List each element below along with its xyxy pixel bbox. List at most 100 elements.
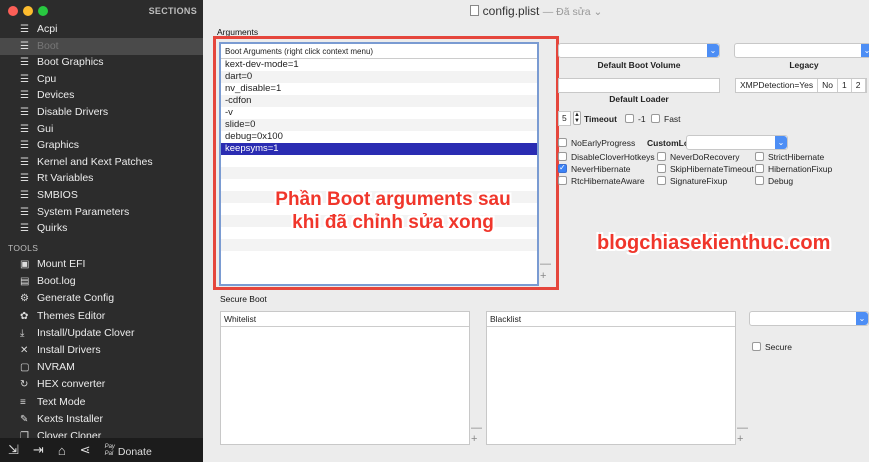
xmp-1-option[interactable]: 1 [838,79,852,92]
add-argument-button[interactable]: + [540,271,546,282]
sidebar-item-devices[interactable]: ☰ Devices [0,87,203,104]
tool-item-kexts-installer[interactable]: ✎ Kexts Installer [0,411,203,428]
sidebar-item-rt-variables[interactable]: ☰ Rt Variables [0,170,203,187]
sidebar-item-acpi[interactable]: ☰ Acpi [0,21,203,38]
customlogo-select[interactable]: ⌄ [686,135,788,150]
sidebar-item-smbios[interactable]: ☰ SMBIOS [0,187,203,204]
timeout-label: Timeout [584,114,617,124]
close-window-button[interactable] [8,6,18,16]
chevron-down-icon: ⌄ [775,136,787,149]
sidebar: SECTIONS ☰ Acpi ☰ Boot ☰ Boot Graphics ☰ Cpu ☰ De… [0,0,203,462]
default-loader-label: Default Loader [609,94,669,104]
boot-arguments-list[interactable]: Boot Arguments (right click context menu… [219,42,539,286]
minimize-window-button[interactable] [23,6,33,16]
list-icon: ☰ [20,57,29,69]
default-boot-volume-label: Default Boot Volume [597,60,681,70]
sidebar-item-quirks[interactable]: ☰ Quirks [0,220,203,237]
stricthibernate-checkbox[interactable]: StrictHibernate [755,152,824,162]
empty-row [221,155,537,167]
home-icon[interactable]: ⌂ [58,443,66,458]
tool-item-label: Mount EFI [37,258,86,270]
boot-argument-row[interactable]: -v [221,107,537,119]
boot-arguments-header: Boot Arguments (right click context menu… [221,44,537,59]
boot-argument-row[interactable]: -cdfon [221,95,537,107]
sidebar-item-label: Cpu [37,72,57,85]
boot-argument-row[interactable]: nv_disable=1 [221,83,537,95]
sidebar-item-boot-graphics[interactable]: ☰ Boot Graphics [0,54,203,71]
sidebar-item-gui[interactable]: ☰ Gui [0,121,203,138]
blacklist-list[interactable]: Blacklist [486,311,736,445]
rtchibernateaware-checkbox[interactable]: RtcHibernateAware [558,176,645,186]
timeout-minus1-checkbox[interactable]: -1 [625,114,646,124]
import-icon[interactable]: ⇲ [8,442,19,458]
noearlyprogress-label: NoEarlyProgress [571,138,636,148]
tool-item-install-drivers[interactable]: ✕ Install Drivers [0,342,203,359]
checkbox-icon [558,176,567,185]
boot-argument-row[interactable]: keepsyms=1 [221,143,537,155]
debug-checkbox[interactable]: Debug [755,176,793,186]
whitelist-header: Whitelist [221,312,469,327]
whitelist-list[interactable]: Whitelist [220,311,470,445]
sidebar-item-boot[interactable]: ☰ Boot [0,37,203,55]
fast-checkbox[interactable]: Fast [651,114,681,124]
annotation-text: Phần Boot arguments sau khi đã chỉnh sửa… [243,188,543,234]
checkbox-icon [651,114,660,123]
edited-status[interactable]: — Đã sửa ⌄ [543,6,603,18]
sidebar-item-cpu[interactable]: ☰ Cpu [0,71,203,88]
boot-argument-row[interactable]: debug=0x100 [221,131,537,143]
tool-item-generate-config[interactable]: ⚙ Generate Config [0,290,203,307]
secure-label: Secure [765,342,792,352]
legacy-select[interactable]: ⌄ [734,43,869,58]
window-title: config.plist [482,4,540,18]
noearlyprogress-checkbox[interactable]: NoEarlyProgress [558,138,635,148]
xmp-detection-segmented[interactable]: XMPDetection=Yes No 1 2 [735,78,867,93]
sidebar-item-graphics[interactable]: ☰ Graphics [0,137,203,154]
sidebar-item-label: Boot Graphics [37,56,104,69]
whitelist-add-button[interactable]: + [471,434,477,445]
export-icon[interactable]: ⇥ [33,442,44,458]
blacklist-add-button[interactable]: + [737,434,743,445]
secure-boot-policy-select[interactable]: ⌄ [749,311,869,326]
default-boot-volume-select[interactable]: ⌄ [558,43,720,58]
list-icon: ☰ [20,223,29,235]
neverdorecovery-checkbox[interactable]: NeverDoRecovery [657,152,739,162]
whitelist-remove-button[interactable]: — [471,423,482,434]
tool-item-text-mode[interactable]: ≡ Text Mode [0,394,203,411]
timeout-stepper[interactable]: ▲ ▼ [573,111,581,125]
remove-argument-button[interactable]: — [540,259,551,270]
default-loader-field[interactable] [558,78,720,93]
tool-item-install-update-clover[interactable]: ⤓ Install/Update Clover [0,325,203,342]
checkbox-icon [752,342,761,351]
donate-button[interactable]: Pay Pal Donate [105,443,152,458]
blacklist-remove-button[interactable]: — [737,423,748,434]
tool-item-themes-editor[interactable]: ✿ Themes Editor [0,308,203,325]
palette-icon: ✿ [20,310,29,322]
secure-checkbox[interactable]: Secure [752,342,792,352]
tool-item-mount-efi[interactable]: ▣ Mount EFI [0,256,203,273]
hibernationfixup-checkbox[interactable]: HibernationFixup [755,164,832,174]
timeout-field[interactable]: 5 [558,111,571,126]
tool-item-label: Kexts Installer [37,412,103,425]
legacy-label: Legacy [789,60,819,70]
tools-icon: ✕ [20,345,29,356]
tool-item-hex-converter[interactable]: ↻ HEX converter [0,376,203,393]
boot-argument-row[interactable]: dart=0 [221,71,537,83]
boot-argument-row[interactable]: kext-dev-mode=1 [221,59,537,71]
zoom-window-button[interactable] [38,6,48,16]
tool-item-nvram[interactable]: ▢ NVRAM [0,359,203,376]
disablecloverhotkeys-checkbox[interactable]: DisableCloverHotkeys [558,152,655,162]
sidebar-item-disable-drivers[interactable]: ☰ Disable Drivers [0,104,203,121]
boot-argument-row[interactable]: slide=0 [221,119,537,131]
skiphibernatetimeout-checkbox[interactable]: SkipHibernateTimeout [657,164,754,174]
sidebar-item-label: Disable Drivers [37,106,109,118]
neverhibernate-checkbox[interactable]: NeverHibernate [558,163,631,174]
xmp-yes-option[interactable]: XMPDetection=Yes [736,79,819,92]
xmp-2-option[interactable]: 2 [852,79,866,92]
list-icon: ☰ [20,90,29,102]
tool-item-boot-log[interactable]: ▤ Boot.log [0,273,203,290]
sidebar-item-system-parameters[interactable]: ☰ System Parameters [0,204,203,221]
share-icon[interactable]: ⋖ [80,442,91,458]
xmp-no-option[interactable]: No [818,79,839,92]
sidebar-item-kernel-and-kext-patches[interactable]: ☰ Kernel and Kext Patches [0,154,203,171]
signaturefixup-checkbox[interactable]: SignatureFixup [657,176,727,186]
